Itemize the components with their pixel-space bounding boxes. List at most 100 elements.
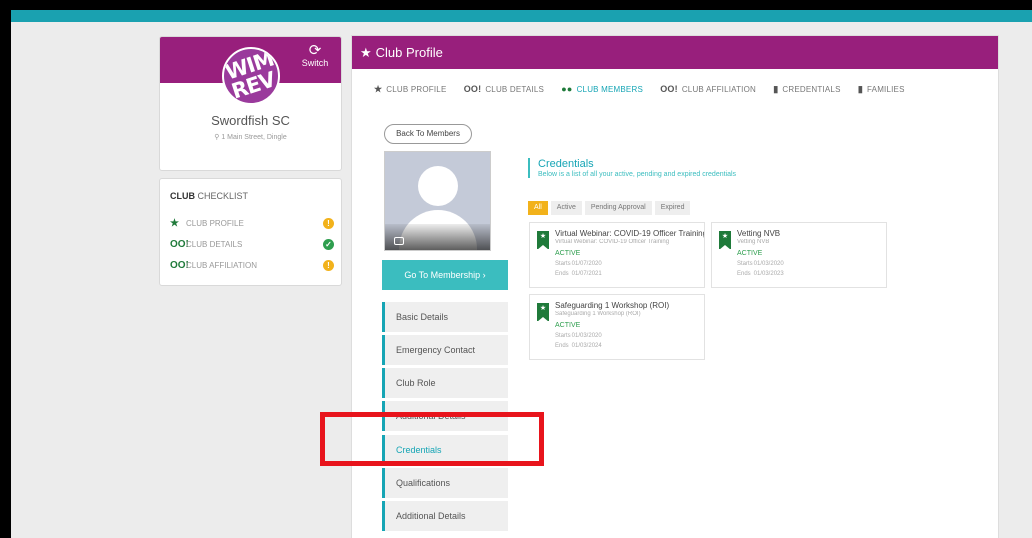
credential-badge-icon: ★: [537, 231, 549, 250]
credential-badge-icon: ★: [719, 231, 731, 250]
filter-all[interactable]: All: [528, 201, 548, 215]
tab-club-affiliation[interactable]: OO! CLUB AFFILIATION: [660, 84, 756, 94]
members-icon: ●●: [561, 84, 573, 94]
club-icon: OO!: [463, 84, 482, 94]
start-label: Starts: [737, 261, 753, 267]
end-date: 01/03/2023: [753, 271, 784, 277]
page-title: ★ Club Profile: [352, 36, 998, 69]
star-icon: ★: [374, 84, 383, 94]
credential-start: Starts 01/03/2020: [737, 261, 784, 267]
start-date: 01/03/2020: [753, 261, 784, 267]
start-date: 01/07/2020: [571, 261, 602, 267]
filter-pending-approval[interactable]: Pending Approval: [584, 201, 652, 215]
credential-card[interactable]: ★ Safeguarding 1 Workshop (ROI) Safeguar…: [529, 294, 705, 360]
tab-families[interactable]: ▮ FAMILIES: [858, 84, 905, 95]
tab-label: CLUB DETAILS: [485, 85, 545, 94]
member-photo: [384, 151, 491, 251]
club-logo: WIM REV: [222, 47, 280, 105]
bookmark-icon: ▮: [773, 84, 779, 94]
back-to-members-button[interactable]: Back To Members: [384, 124, 472, 144]
checklist-item-club-details[interactable]: OO!CLUB DETAILS ✓: [170, 239, 334, 253]
end-date: 01/03/2024: [571, 343, 602, 349]
credential-name: Virtual Webinar: COVID-19 Officer Traini…: [555, 229, 705, 238]
club-address: ⚲ 1 Main Street, Dingle: [160, 133, 341, 141]
browser-frame: WIM REV ⟳ Switch Swordfish SC ⚲ 1 Main S…: [11, 10, 1032, 538]
credential-card[interactable]: ★ Virtual Webinar: COVID-19 Officer Trai…: [529, 222, 705, 288]
tab-club-profile[interactable]: ★ CLUB PROFILE: [374, 84, 446, 95]
switch-label: Switch: [301, 58, 329, 68]
credentials-title: Credentials: [538, 158, 594, 170]
nav-club-role[interactable]: Club Role: [382, 368, 508, 398]
credential-filters: All Active Pending Approval Expired: [528, 196, 693, 215]
star-icon: ★: [170, 218, 179, 229]
end-label: Ends: [737, 271, 751, 277]
tab-label: CLUB MEMBERS: [576, 85, 643, 94]
credential-start: Starts 01/07/2020: [555, 261, 602, 267]
club-card: WIM REV ⟳ Switch Swordfish SC ⚲ 1 Main S…: [159, 36, 342, 171]
credential-end: Ends 01/07/2021: [555, 271, 602, 277]
club-icon: OO!: [170, 260, 189, 271]
tab-club-members[interactable]: ●● CLUB MEMBERS: [561, 84, 643, 94]
checklist-title: CLUB CHECKLIST: [170, 191, 248, 201]
tab-label: FAMILIES: [867, 85, 905, 94]
go-to-membership-button[interactable]: Go To Membership ›: [382, 260, 508, 290]
credentials-heading: Credentials Below is a list of all your …: [528, 158, 736, 178]
tab-label: CREDENTIALS: [782, 85, 841, 94]
credential-subtitle: Virtual Webinar: COVID-19 Officer Traini…: [555, 239, 670, 245]
checklist-item-label: CLUB PROFILE: [186, 219, 244, 228]
club-icon: OO!: [170, 239, 189, 250]
credentials-subtitle: Below is a list of all your active, pend…: [538, 171, 737, 178]
checklist-title-bold: CLUB: [170, 191, 195, 201]
star-icon: ★: [360, 45, 372, 60]
filter-active[interactable]: Active: [550, 201, 582, 215]
club-name: Swordfish SC: [211, 113, 290, 128]
credential-card[interactable]: ★ Vetting NVB Vetting NVB ACTIVE Starts …: [711, 222, 887, 288]
start-label: Starts: [555, 333, 571, 339]
camera-icon[interactable]: [394, 237, 404, 245]
tab-label: CLUB AFFILIATION: [681, 85, 757, 94]
tab-credentials[interactable]: ▮ CREDENTIALS: [773, 84, 840, 95]
checklist-item-label: CLUB AFFILIATION: [186, 261, 257, 270]
credential-subtitle: Vetting NVB: [737, 239, 770, 245]
checklist-item-club-affiliation[interactable]: OO!CLUB AFFILIATION !: [170, 260, 334, 274]
start-date: 01/03/2020: [571, 333, 602, 339]
credential-badge-icon: ★: [537, 303, 549, 322]
credential-name: Vetting NVB: [737, 229, 781, 238]
star-icon: ★: [721, 233, 729, 240]
credential-status: ACTIVE: [555, 322, 581, 329]
credential-name: Safeguarding 1 Workshop (ROI): [555, 301, 670, 310]
credential-status: ACTIVE: [555, 250, 581, 257]
credential-end: Ends 01/03/2024: [555, 343, 602, 349]
nav-emergency-contact[interactable]: Emergency Contact: [382, 335, 508, 365]
credential-end: Ends 01/03/2023: [737, 271, 784, 277]
club-checklist: CLUB CHECKLIST ★ CLUB PROFILE ! OO!CLUB D…: [159, 178, 342, 286]
star-icon: ★: [539, 233, 547, 240]
club-logo-text: WIM REV: [222, 47, 278, 104]
checklist-item-club-profile[interactable]: ★ CLUB PROFILE !: [170, 218, 334, 232]
credential-status: ACTIVE: [737, 250, 763, 257]
end-date: 01/07/2021: [571, 271, 602, 277]
checklist-item-label: CLUB DETAILS: [186, 240, 243, 249]
top-bar: [11, 10, 1032, 22]
club-icon: OO!: [660, 84, 678, 94]
star-icon: ★: [539, 305, 547, 312]
page-title-text: Club Profile: [375, 45, 443, 60]
tab-bar: ★ CLUB PROFILE OO! CLUB DETAILS ●● CLUB MEM…: [374, 84, 994, 100]
warning-icon: !: [323, 260, 334, 271]
nav-basic-details[interactable]: Basic Details: [382, 302, 508, 332]
bookmark-icon: ▮: [857, 84, 864, 94]
nav-additional-details-2[interactable]: Additional Details: [382, 501, 508, 531]
refresh-icon: ⟳: [308, 42, 322, 59]
switch-button[interactable]: ⟳ Switch: [297, 43, 333, 68]
checklist-title-rest: CHECKLIST: [197, 191, 249, 201]
tab-label: CLUB PROFILE: [386, 85, 447, 94]
check-icon: ✓: [323, 239, 334, 250]
start-label: Starts: [555, 261, 571, 267]
end-label: Ends: [555, 343, 569, 349]
highlight-box: [320, 412, 544, 466]
filter-expired[interactable]: Expired: [654, 201, 691, 215]
nav-qualifications[interactable]: Qualifications: [382, 468, 508, 498]
avatar-head: [418, 166, 458, 206]
tab-club-details[interactable]: OO! CLUB DETAILS: [464, 84, 544, 94]
credential-start: Starts 01/03/2020: [555, 333, 602, 339]
